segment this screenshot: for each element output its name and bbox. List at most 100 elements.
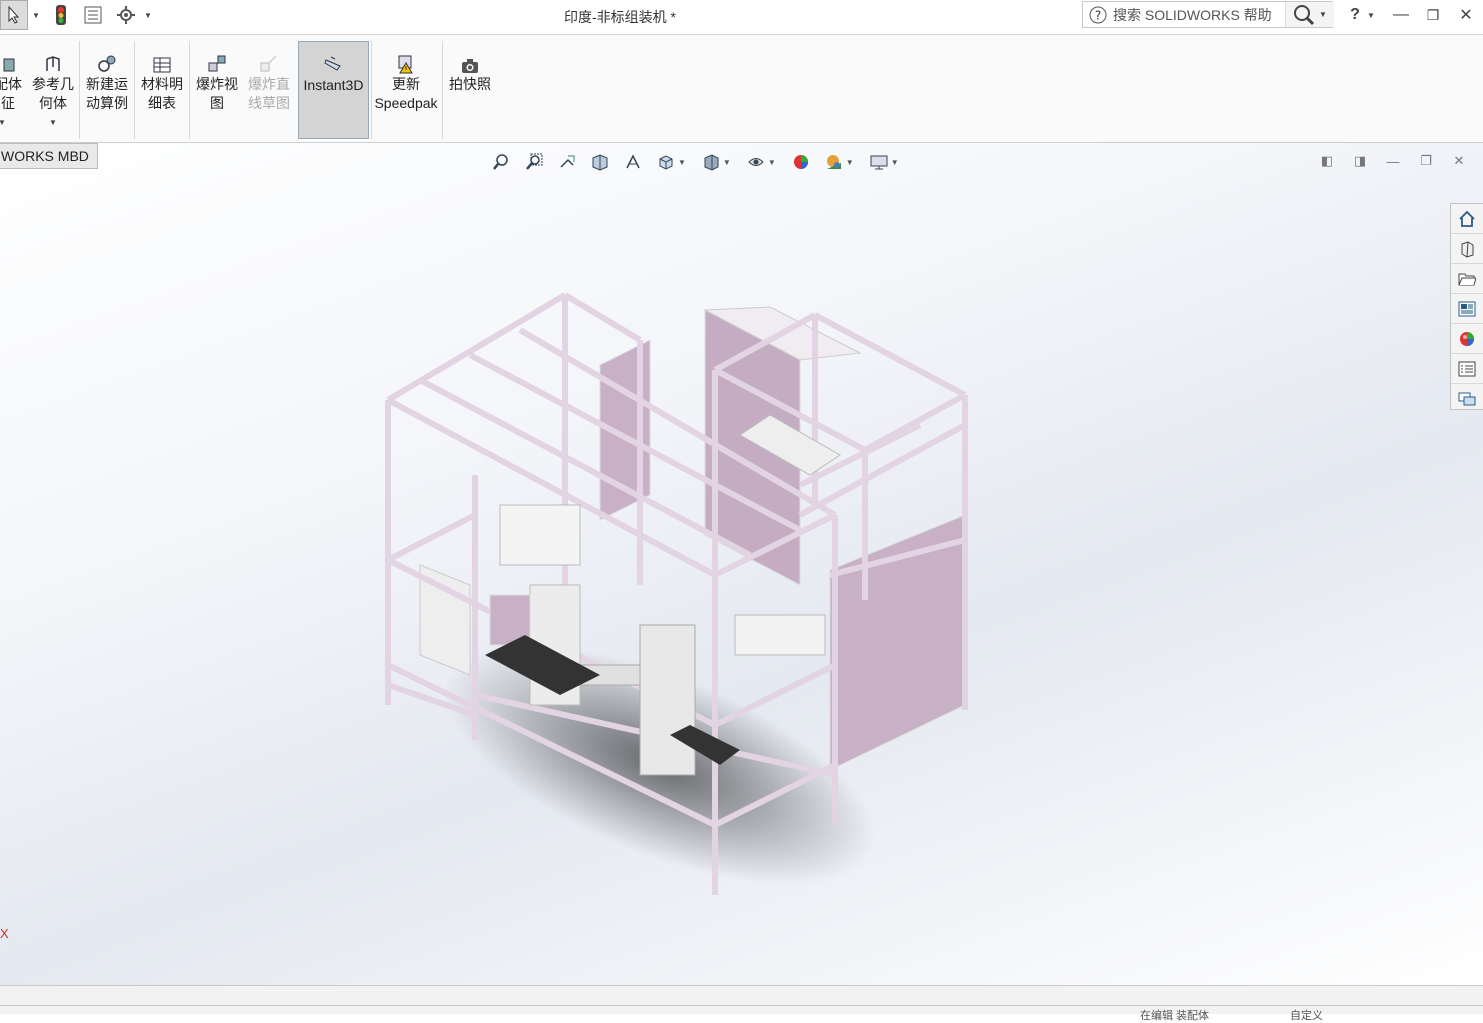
zoom-to-fit-icon (493, 154, 508, 170)
assembly-feature-caret[interactable]: ▼ (0, 113, 26, 132)
doc-restore-button[interactable]: ❐ (1415, 152, 1437, 170)
file-properties-button[interactable] (82, 0, 104, 30)
task-pane-tabs (1450, 203, 1483, 410)
hide-show-items-button[interactable] (745, 151, 767, 173)
ribbon-label: 爆炸视 图 (196, 76, 238, 111)
ribbon-assembly-feature-button[interactable]: 配体 征 ▼ (0, 41, 26, 139)
apply-scene-caret[interactable]: ▼ (846, 158, 854, 167)
ribbon-new-motion-study-button[interactable]: 新建运 动算例 (83, 41, 131, 139)
display-style-caret[interactable]: ▼ (723, 158, 731, 167)
custom-properties-icon (1458, 361, 1476, 376)
status-bar: 在编辑 装配体 自定义 (0, 985, 1483, 1022)
rebuild-button[interactable] (50, 0, 72, 30)
restore-icon: ❐ (1426, 6, 1440, 23)
motion-study-icon (98, 55, 116, 72)
task-pane-appearances-tab[interactable] (1451, 324, 1483, 354)
gear-icon (117, 6, 135, 24)
previous-view-button[interactable] (556, 151, 578, 173)
edit-appearance-button[interactable] (790, 151, 812, 173)
tab-solidworks-mbd[interactable]: WORKS MBD (0, 143, 98, 169)
task-pane-file-explorer-tab[interactable] (1451, 264, 1483, 294)
command-manager-ribbon: 配体 征 ▼ 参考几 何体 ▼ 新建运 动算例 材料明 细表 爆炸视 图 爆炸直… (0, 35, 1483, 143)
dynamic-annotation-button[interactable] (622, 151, 644, 173)
display-style-button[interactable] (700, 151, 722, 173)
doc-minimize-button[interactable]: — (1382, 152, 1404, 170)
question-icon: ? (1350, 6, 1360, 23)
minimize-icon: — (1393, 6, 1409, 23)
ribbon-bill-of-materials-button[interactable]: 材料明 细表 (138, 41, 186, 139)
search-button[interactable]: ▼ (1285, 2, 1334, 27)
close-button[interactable]: ✕ (1452, 4, 1480, 26)
tile-left-icon: ◧ (1320, 153, 1334, 168)
section-view-button[interactable] (589, 151, 611, 173)
minimize-icon: — (1386, 153, 1400, 169)
reference-geometry-caret[interactable]: ▼ (30, 113, 76, 132)
zoom-to-area-button[interactable] (523, 151, 545, 173)
ribbon-divider (134, 41, 135, 139)
exploded-view-icon (208, 55, 226, 72)
tile-right-button[interactable]: ◨ (1349, 152, 1371, 170)
help-search-input[interactable] (1113, 5, 1283, 24)
ribbon-explode-line-sketch-button[interactable]: 爆炸直 线草图 (244, 41, 294, 139)
zoom-to-fit-button[interactable] (490, 151, 512, 173)
reference-geometry-icon (46, 56, 60, 71)
view-settings-button[interactable] (868, 151, 890, 173)
tile-left-button[interactable]: ◧ (1316, 152, 1338, 170)
hide-show-items-caret[interactable]: ▼ (768, 158, 776, 167)
help-search-box[interactable]: ? ▼ (1082, 1, 1334, 28)
minimize-button[interactable]: — (1387, 4, 1415, 26)
ribbon-exploded-view-button[interactable]: 爆炸视 图 (193, 41, 241, 139)
restore-button[interactable]: ❐ (1419, 4, 1447, 26)
task-pane-design-library-tab[interactable] (1451, 234, 1483, 264)
options-button[interactable] (114, 0, 138, 30)
view-orientation-icon (659, 155, 673, 170)
ribbon-reference-geometry-button[interactable]: 参考几 何体 ▼ (30, 41, 76, 139)
monitor-icon (870, 155, 888, 170)
ribbon-divider (442, 41, 443, 139)
help-dropdown-caret[interactable]: ▼ (1364, 4, 1378, 26)
apply-scene-icon (826, 155, 841, 169)
explode-line-sketch-icon (260, 55, 277, 72)
view-palette-icon (1458, 301, 1476, 316)
search-icon (1294, 4, 1315, 25)
status-divider (0, 1005, 1483, 1006)
svg-text:?: ? (1095, 9, 1101, 23)
zoom-to-area-icon (526, 153, 543, 170)
edit-appearance-icon (793, 155, 808, 169)
view-orientation-button[interactable] (655, 151, 677, 173)
select-dropdown-caret[interactable]: ▼ (29, 0, 43, 30)
apply-scene-button[interactable] (823, 151, 845, 173)
title-bar: ▼ ▼ 印度-非标组装机 * ? ▼ ? ▼ — ❐ ✕ (0, 0, 1483, 35)
chat-bubbles-icon (1458, 392, 1476, 405)
ribbon-instant3d-button[interactable]: Instant3D (298, 41, 369, 139)
hide-show-items-icon (748, 158, 764, 166)
ribbon-divider (371, 41, 372, 139)
doc-close-button[interactable]: ✕ (1448, 152, 1470, 170)
task-pane-custom-properties-tab[interactable] (1451, 354, 1483, 384)
view-orientation-caret[interactable]: ▼ (678, 158, 686, 167)
ribbon-divider (79, 41, 80, 139)
select-tool-button[interactable] (0, 0, 28, 30)
ribbon-update-speedpak-button[interactable]: 更新 Speedpak (374, 41, 438, 139)
view-settings-caret[interactable]: ▼ (891, 158, 899, 167)
help-icon[interactable]: ? (1089, 6, 1107, 24)
close-icon: ✕ (1453, 153, 1465, 168)
task-pane-resources-tab[interactable] (1451, 204, 1483, 234)
task-pane-view-palette-tab[interactable] (1451, 294, 1483, 324)
task-pane-forum-tab[interactable] (1451, 384, 1483, 413)
heads-up-view-toolbar: ▼ ▼ ▼ ▼ ▼ (490, 151, 902, 173)
options-dropdown-caret[interactable]: ▼ (142, 0, 154, 30)
ribbon-divider (189, 41, 190, 139)
restore-icon: ❐ (1420, 153, 1432, 168)
ribbon-label: 更新 Speedpak (374, 76, 438, 111)
ribbon-label: 新建运 动算例 (86, 76, 128, 111)
traffic-light-icon (56, 5, 66, 25)
dynamic-annotation-icon (626, 154, 640, 169)
close-icon: ✕ (1459, 7, 1473, 24)
home-icon (1459, 210, 1475, 227)
right-cabinet-panel (829, 514, 966, 771)
search-dropdown-caret[interactable]: ▼ (1319, 10, 1327, 19)
ribbon-take-snapshot-button[interactable]: 拍快照 (446, 41, 494, 139)
list-icon (84, 6, 102, 24)
status-units-text[interactable]: 自定义 (1290, 1007, 1323, 1023)
